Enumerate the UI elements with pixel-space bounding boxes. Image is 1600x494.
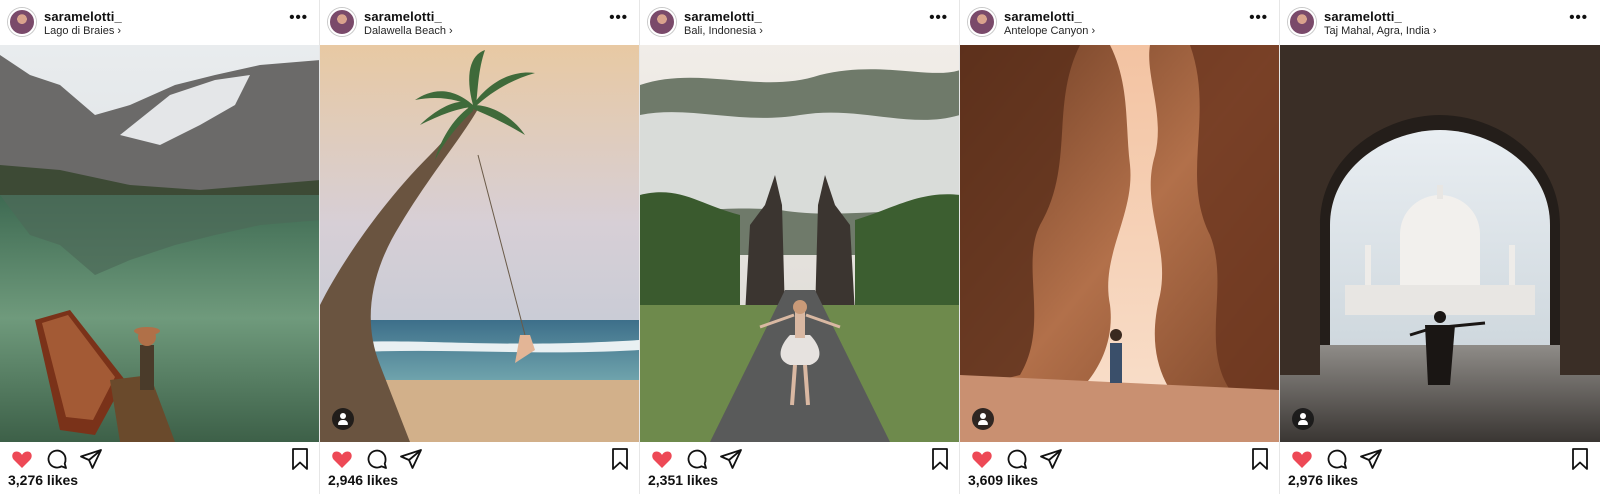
avatar[interactable] <box>648 8 676 36</box>
action-bar <box>320 445 639 473</box>
location-label: Taj Mahal, Agra, India <box>1324 25 1430 37</box>
post-photo[interactable] <box>640 45 959 442</box>
heart-icon[interactable] <box>650 447 674 471</box>
location-link[interactable]: Bali, Indonesia › <box>684 25 763 37</box>
user-tag-icon[interactable] <box>1292 408 1314 430</box>
comment-icon[interactable] <box>685 447 709 471</box>
post-photo[interactable] <box>320 45 639 442</box>
bookmark-icon[interactable] <box>610 447 630 471</box>
share-icon[interactable] <box>399 447 423 471</box>
heart-icon[interactable] <box>10 447 34 471</box>
more-icon[interactable]: ••• <box>609 10 628 26</box>
post-4: saramelotti_ Antelope Canyon › ••• 3,609… <box>960 0 1280 494</box>
location-label: Bali, Indonesia <box>684 25 757 37</box>
share-icon[interactable] <box>1359 447 1383 471</box>
comment-icon[interactable] <box>45 447 69 471</box>
likes-count[interactable]: 2,976 likes <box>1288 472 1358 488</box>
avatar[interactable] <box>328 8 356 36</box>
likes-count[interactable]: 3,276 likes <box>8 472 78 488</box>
user-tag-icon[interactable] <box>972 408 994 430</box>
likes-count[interactable]: 2,946 likes <box>328 472 398 488</box>
post-5: saramelotti_ Taj Mahal, Agra, India › ••… <box>1280 0 1600 494</box>
chevron-right-icon: › <box>759 25 763 37</box>
likes-count[interactable]: 3,609 likes <box>968 472 1038 488</box>
chevron-right-icon: › <box>449 25 453 37</box>
username[interactable]: saramelotti_ <box>1004 9 1082 24</box>
location-label: Lago di Braies <box>44 25 115 37</box>
username[interactable]: saramelotti_ <box>1324 9 1402 24</box>
post-header: saramelotti_ Dalawella Beach › ••• <box>320 0 639 44</box>
action-bar <box>640 445 959 473</box>
action-bar <box>1280 445 1600 473</box>
location-link[interactable]: Lago di Braies › <box>44 25 121 37</box>
username[interactable]: saramelotti_ <box>684 9 762 24</box>
share-icon[interactable] <box>1039 447 1063 471</box>
post-header: saramelotti_ Taj Mahal, Agra, India › ••… <box>1280 0 1600 44</box>
bookmark-icon[interactable] <box>1250 447 1270 471</box>
chevron-right-icon: › <box>117 25 122 37</box>
username[interactable]: saramelotti_ <box>364 9 442 24</box>
bookmark-icon[interactable] <box>930 447 950 471</box>
post-photo[interactable] <box>1280 45 1600 442</box>
comment-icon[interactable] <box>1325 447 1349 471</box>
avatar[interactable] <box>968 8 996 36</box>
comment-icon[interactable] <box>1005 447 1029 471</box>
user-tag-icon[interactable] <box>332 408 354 430</box>
post-2: saramelotti_ Dalawella Beach › ••• 2,946… <box>320 0 640 494</box>
heart-icon[interactable] <box>970 447 994 471</box>
heart-icon[interactable] <box>1290 447 1314 471</box>
chevron-right-icon: › <box>1091 25 1096 37</box>
post-header: saramelotti_ Lago di Braies › ••• <box>0 0 319 44</box>
post-1: saramelotti_ Lago di Braies › ••• 3,276 … <box>0 0 320 494</box>
location-link[interactable]: Antelope Canyon › <box>1004 25 1095 37</box>
more-icon[interactable]: ••• <box>1249 10 1268 26</box>
more-icon[interactable]: ••• <box>289 10 308 26</box>
post-header: saramelotti_ Antelope Canyon › ••• <box>960 0 1279 44</box>
action-bar <box>0 445 319 473</box>
more-icon[interactable]: ••• <box>929 10 948 26</box>
post-header: saramelotti_ Bali, Indonesia › ••• <box>640 0 959 44</box>
avatar[interactable] <box>8 8 36 36</box>
likes-count[interactable]: 2,351 likes <box>648 472 718 488</box>
bookmark-icon[interactable] <box>1570 447 1590 471</box>
post-photo[interactable] <box>960 45 1279 442</box>
action-bar <box>960 445 1279 473</box>
share-icon[interactable] <box>79 447 103 471</box>
username[interactable]: saramelotti_ <box>44 9 122 24</box>
location-link[interactable]: Dalawella Beach › <box>364 25 453 37</box>
bookmark-icon[interactable] <box>290 447 310 471</box>
share-icon[interactable] <box>719 447 743 471</box>
post-strip: saramelotti_ Lago di Braies › ••• 3,276 … <box>0 0 1600 494</box>
location-link[interactable]: Taj Mahal, Agra, India › <box>1324 25 1437 37</box>
post-3: saramelotti_ Bali, Indonesia › ••• 2,351… <box>640 0 960 494</box>
post-photo[interactable] <box>0 45 319 442</box>
comment-icon[interactable] <box>365 447 389 471</box>
avatar[interactable] <box>1288 8 1316 36</box>
more-icon[interactable]: ••• <box>1569 10 1588 26</box>
chevron-right-icon: › <box>1432 25 1437 37</box>
heart-icon[interactable] <box>330 447 354 471</box>
location-label: Antelope Canyon <box>1004 25 1089 37</box>
location-label: Dalawella Beach <box>364 25 446 37</box>
